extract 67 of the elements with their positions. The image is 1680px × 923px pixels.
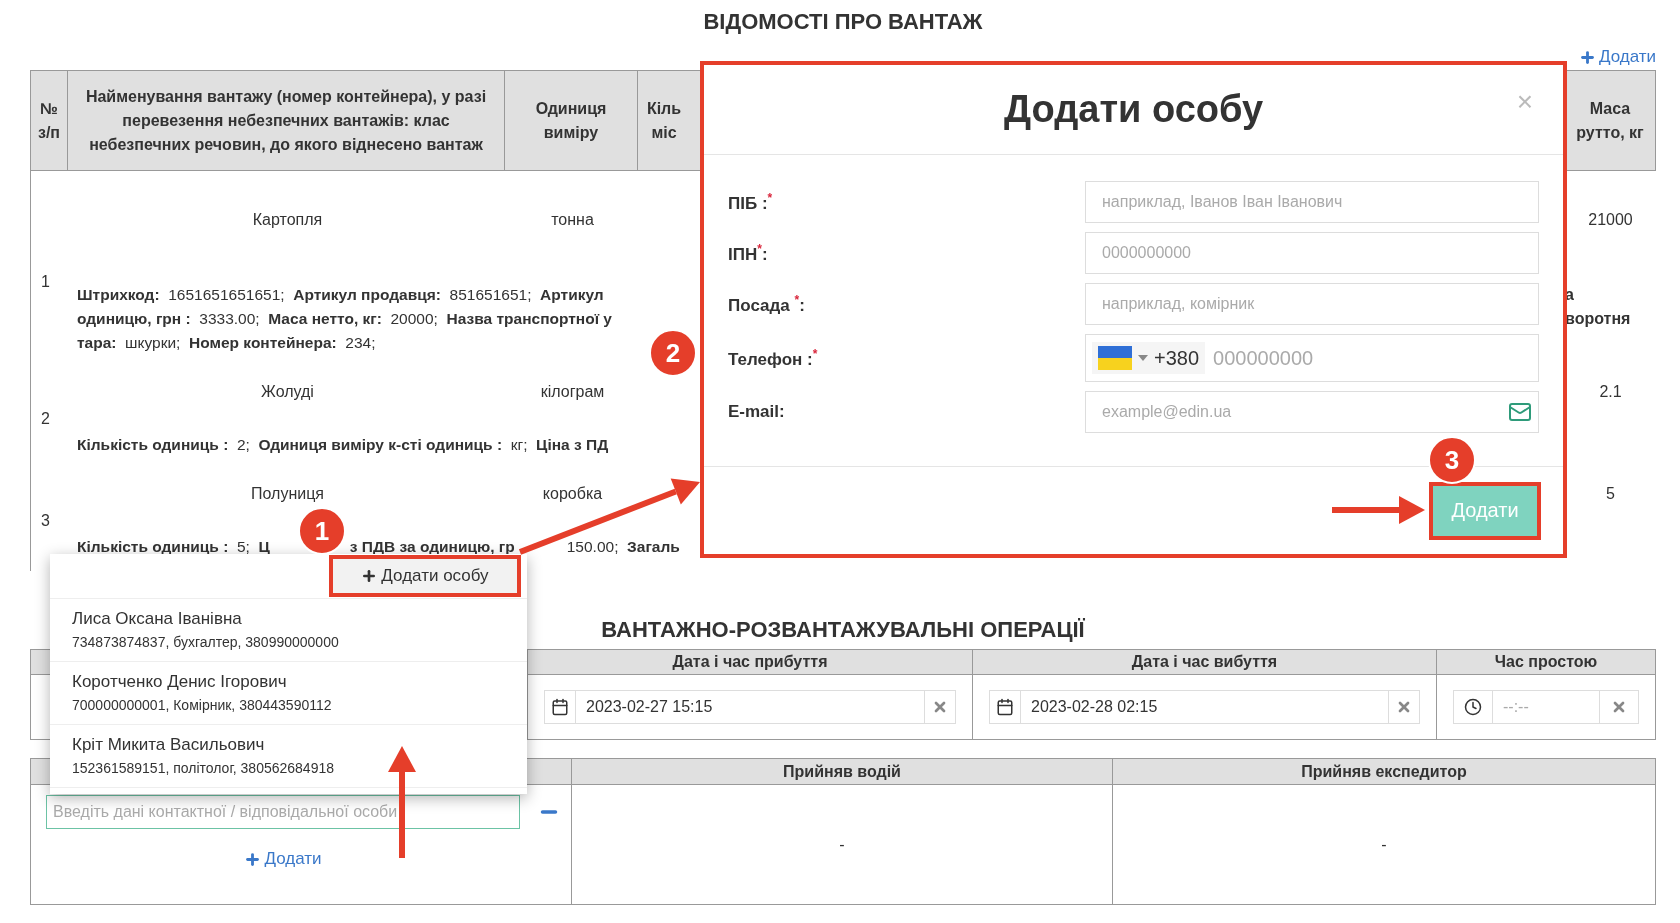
date-field[interactable]: 2023-02-28 02:15 xyxy=(989,690,1420,724)
plus-icon xyxy=(1578,48,1596,66)
field-label: Телефон :$^{*}$ xyxy=(728,346,819,370)
cargo-details: Штрихкод: 1651651651651; Артикул продавця: 851651651; Артикул xyxy=(77,285,604,305)
cargo-details: 150.00; Загаль xyxy=(566,537,680,557)
column-header: Час простою xyxy=(1437,649,1656,675)
section-title: ВАНТАЖНО-РОЗВАНТАЖУВАЛЬНІ ОПЕРАЦІЇ xyxy=(601,616,1085,644)
unit-cell-text: кілограм xyxy=(539,382,606,402)
calendar-icon xyxy=(544,690,576,724)
field-label: ІПН$^{*}$: xyxy=(728,241,769,265)
field-label: ПІБ :$^{*}$ xyxy=(728,190,774,214)
unit-cell-text: тонна xyxy=(550,210,595,230)
clock-icon xyxy=(1453,690,1493,724)
column-header: Дата і час прибуття xyxy=(528,649,973,675)
text-field[interactable]: 0000000000 xyxy=(1085,232,1539,274)
phone-field[interactable]: +380 000000000 xyxy=(1085,334,1539,382)
row-number: 2 xyxy=(41,410,50,428)
cargo-details: Кількість одиниць : 2; Одиниця виміру к-сті одиниць : кг; Ціна з ПД xyxy=(77,435,609,455)
date-field[interactable]: 2023-02-27 15:15 xyxy=(544,690,956,724)
text-field[interactable]: наприклад, Іванов Іван Іванович xyxy=(1085,181,1539,223)
column-header: Одиниця виміру xyxy=(505,70,638,171)
plus-icon xyxy=(361,568,378,584)
step-badge: 2 xyxy=(649,329,697,377)
step-badge: 1 xyxy=(298,507,346,555)
country-code-selector[interactable]: +380 xyxy=(1092,342,1206,374)
clear-icon[interactable] xyxy=(1599,690,1639,724)
flag-icon xyxy=(1098,346,1132,370)
cargo-details: Кількість одиниць : 5; Ц xyxy=(77,537,270,557)
clear-icon[interactable] xyxy=(1388,690,1420,724)
dialog-title: Додати особу xyxy=(1003,88,1264,131)
clear-icon[interactable] xyxy=(924,690,956,724)
caret-icon xyxy=(1138,355,1148,361)
text-field[interactable]: наприклад, комірник xyxy=(1085,283,1539,325)
section-title: ВІДОМОСТІ ПРО ВАНТАЖ xyxy=(703,8,983,36)
column-header: Прийняв водій xyxy=(572,758,1113,785)
add-person-button[interactable]: Додати особу xyxy=(329,555,521,597)
contact-search-field[interactable]: Введіть дані контактної / відповідальної особи xyxy=(46,795,520,829)
person-option[interactable]: Коротченко Денис Ігорович 700000000001, Комірник, 380443590112 xyxy=(50,662,527,725)
cargo-name: Полуниця xyxy=(250,484,325,504)
cargo-details: тара: шкурки; Номер контейнера: 234; xyxy=(77,333,376,353)
gross-mass-cell-text: 2.1 xyxy=(1598,382,1623,402)
cargo-details: одиницю, грн : 3333.00; Маса нетто, кг: 20000; Назва транспортної у xyxy=(77,309,612,329)
email-field[interactable]: example@edin.ua xyxy=(1085,391,1539,433)
plus-icon xyxy=(244,850,262,868)
driver-value: - xyxy=(839,835,845,854)
column-header: Найменування вантажу (номер контейнера), у разі перевезення небезпечних вантажів: клас небезпечних речовин, до якого віднесено вантаж xyxy=(68,70,505,171)
cargo-details: з ПДВ за одиницю, гр xyxy=(349,537,515,557)
gross-mass-cell-text: 21000 xyxy=(1587,210,1634,230)
cargo-name: Жолуді xyxy=(260,382,315,402)
calendar-icon xyxy=(989,690,1021,724)
field-label: E-mail: xyxy=(728,402,786,422)
column-header: Прийняв експедитор xyxy=(1113,758,1656,785)
add-link[interactable]: Додати xyxy=(1578,47,1656,67)
gross-mass-cell-text: 5 xyxy=(1605,484,1616,504)
row-number: 3 xyxy=(41,512,50,530)
row-number: 1 xyxy=(41,273,50,291)
column-header: Дата і час вибуття xyxy=(973,649,1437,675)
add-link[interactable]: Додати xyxy=(244,849,322,869)
time-field[interactable]: --:-- xyxy=(1453,690,1639,724)
cargo-name: Картопля xyxy=(251,210,324,230)
unit-cell-text: коробка xyxy=(541,484,604,504)
person-option[interactable]: Лиса Оксана Іванівна 734873874837, бухгалтер, 380990000000 xyxy=(50,599,527,662)
mail-icon xyxy=(1508,400,1532,424)
forwarder-value: - xyxy=(1381,835,1387,854)
field-label: Посада $^{*}$: xyxy=(728,292,806,316)
column-header: № з/п xyxy=(30,70,68,171)
column-header: Маса рутто, кг xyxy=(1565,70,1656,171)
